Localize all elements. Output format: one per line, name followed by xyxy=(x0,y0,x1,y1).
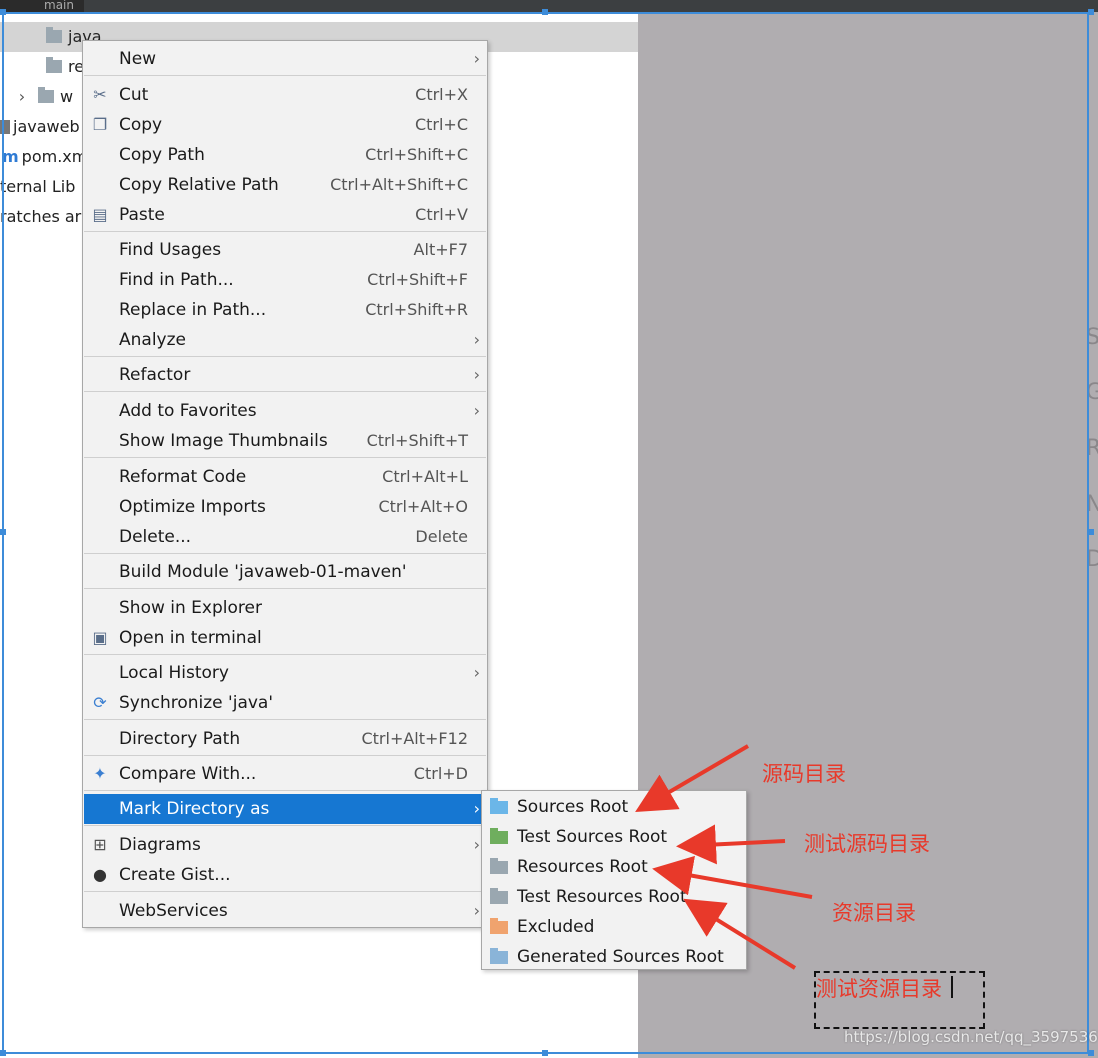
arrow-sources-root xyxy=(635,744,750,813)
text-caret xyxy=(951,976,953,998)
annotation-sources-root: 源码目录 xyxy=(762,762,846,786)
annotation-test-sources-root: 测试源码目录 xyxy=(804,832,930,856)
annotation-arrows xyxy=(635,744,813,970)
annotation-resources-root: 资源目录 xyxy=(832,901,916,925)
arrow-resources-root xyxy=(652,855,813,899)
arrow-test-resources-root xyxy=(683,898,797,970)
watermark: https://blog.csdn.net/qq_35975367 xyxy=(844,1028,1098,1046)
annotation-test-resources-root: 测试资源目录 xyxy=(816,977,942,1001)
arrow-test-sources-root xyxy=(676,824,786,865)
